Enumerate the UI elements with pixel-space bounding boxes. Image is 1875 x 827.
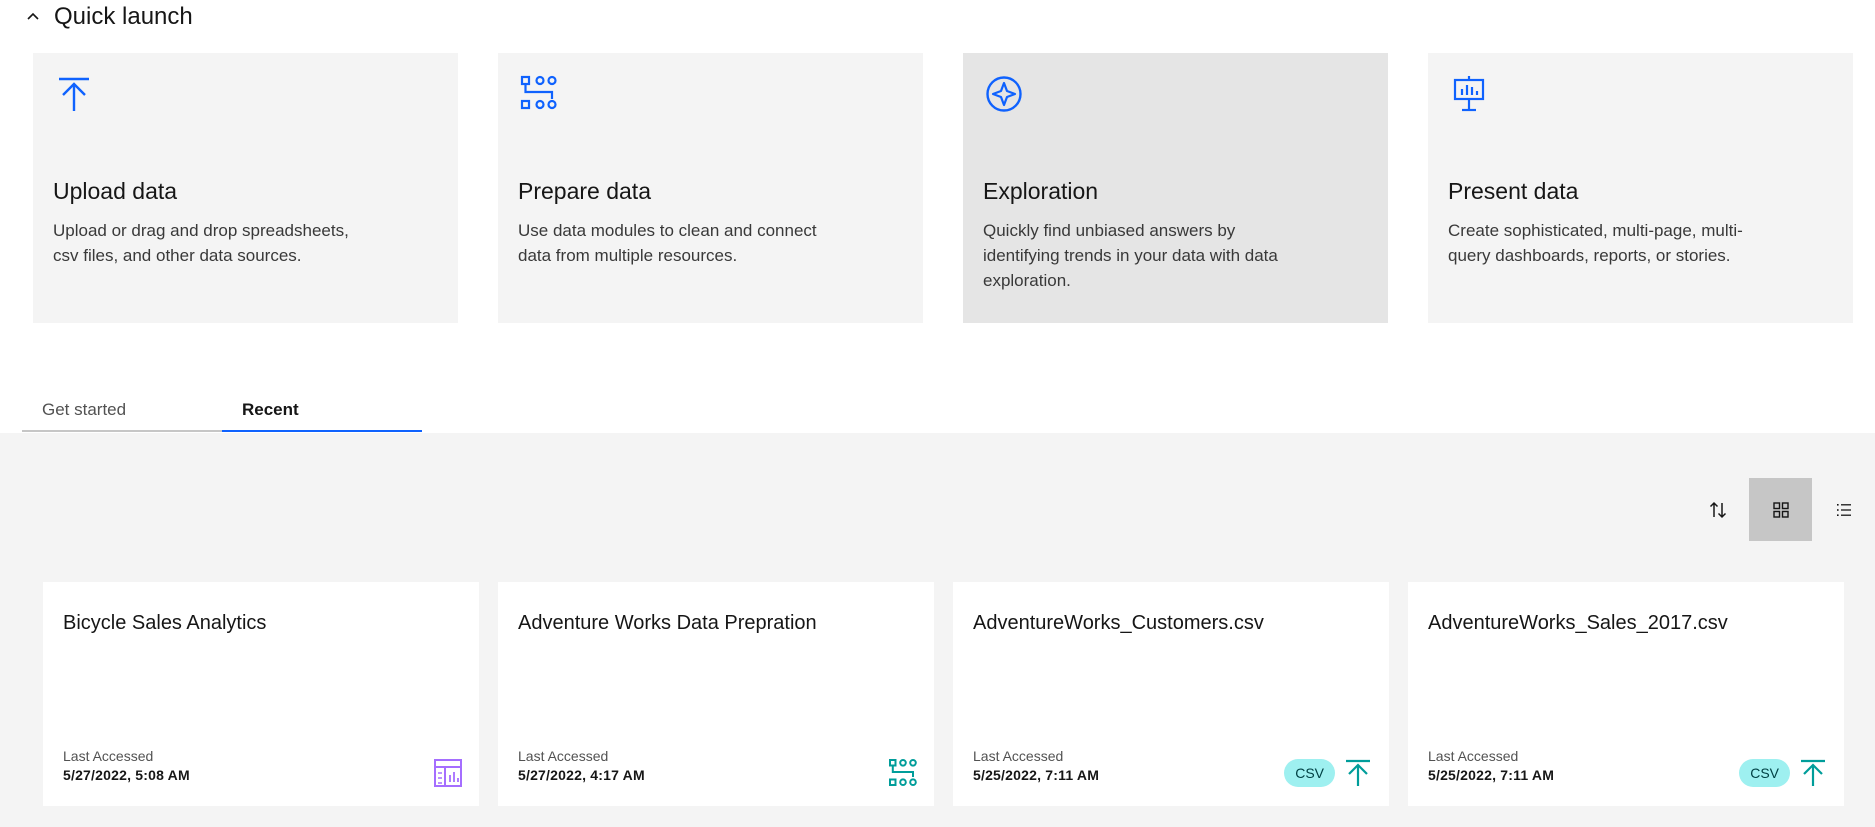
- card-name: AdventureWorks_Customers.csv: [973, 612, 1264, 634]
- recent-card[interactable]: AdventureWorks_Sales_2017.csv Last Acces…: [1408, 582, 1844, 806]
- data-module-icon: [889, 759, 917, 787]
- last-accessed-label: Last Accessed: [1428, 748, 1519, 764]
- sort-button[interactable]: [1686, 478, 1749, 541]
- upload-icon: [1801, 759, 1825, 786]
- last-accessed-label: Last Accessed: [973, 748, 1064, 764]
- list-view-icon: [1836, 503, 1851, 516]
- list-view-button[interactable]: [1812, 478, 1875, 541]
- tile-description: Use data modules to clean and connect da…: [518, 221, 817, 265]
- tile-title: Prepare data: [518, 178, 651, 204]
- tile-title: Upload data: [53, 178, 178, 204]
- tab-recent[interactable]: Recent: [222, 390, 422, 432]
- last-accessed-label: Last Accessed: [518, 748, 609, 764]
- chevron-up-icon: [27, 12, 39, 20]
- recent-card[interactable]: Adventure Works Data Prepration Last Acc…: [498, 582, 934, 806]
- upload-icon: [59, 77, 89, 111]
- upload-data-tile[interactable]: Upload data Upload or drag and drop spre…: [33, 53, 458, 323]
- tile-title: Exploration: [983, 178, 1099, 204]
- card-name: Bicycle Sales Analytics: [63, 612, 267, 634]
- tile-description: Upload or drag and drop spreadsheets, cs…: [53, 221, 349, 265]
- prepare-data-tile[interactable]: Prepare data Use data modules to clean a…: [498, 53, 923, 323]
- exploration-icon: [986, 76, 1022, 112]
- grid-view-button[interactable]: [1749, 478, 1812, 541]
- last-accessed-label: Last Accessed: [63, 748, 154, 764]
- csv-badge: CSV: [1284, 759, 1335, 787]
- tab-get-started[interactable]: Get started: [22, 390, 222, 432]
- tile-description: Create sophisticated, multi-page, multi-…: [1448, 221, 1743, 265]
- last-accessed-date: 5/27/2022, 5:08 AM: [63, 767, 190, 783]
- tile-title: Present data: [1448, 178, 1579, 204]
- card-name: Adventure Works Data Prepration: [518, 612, 817, 634]
- quick-launch-toggle[interactable]: Quick launch: [24, 0, 193, 34]
- recent-card[interactable]: AdventureWorks_Customers.csv Last Access…: [953, 582, 1389, 806]
- card-name: AdventureWorks_Sales_2017.csv: [1428, 612, 1728, 634]
- tile-description: Quickly find unbiased answers by identif…: [983, 221, 1278, 290]
- view-toolbar: [1686, 478, 1875, 541]
- exploration-tile[interactable]: Exploration Quickly find unbiased answer…: [963, 53, 1388, 323]
- sort-icon: [1709, 501, 1726, 518]
- dashboard-icon: [434, 759, 462, 787]
- last-accessed-date: 5/25/2022, 7:11 AM: [1428, 767, 1555, 783]
- grid-view-icon: [1772, 501, 1789, 518]
- quick-launch-title: Quick launch: [54, 3, 193, 30]
- recent-panel: Bicycle Sales Analytics Last Accessed 5/…: [0, 433, 1875, 827]
- home-tabs: Get started Recent: [22, 390, 422, 432]
- csv-badge: CSV: [1739, 759, 1790, 787]
- data-module-icon: [520, 75, 557, 110]
- present-data-tile[interactable]: Present data Create sophisticated, multi…: [1428, 53, 1853, 323]
- recent-card[interactable]: Bicycle Sales Analytics Last Accessed 5/…: [43, 582, 479, 806]
- last-accessed-date: 5/25/2022, 7:11 AM: [973, 767, 1100, 783]
- presentation-icon: [1453, 76, 1485, 112]
- upload-icon: [1346, 759, 1370, 786]
- last-accessed-date: 5/27/2022, 4:17 AM: [518, 767, 645, 783]
